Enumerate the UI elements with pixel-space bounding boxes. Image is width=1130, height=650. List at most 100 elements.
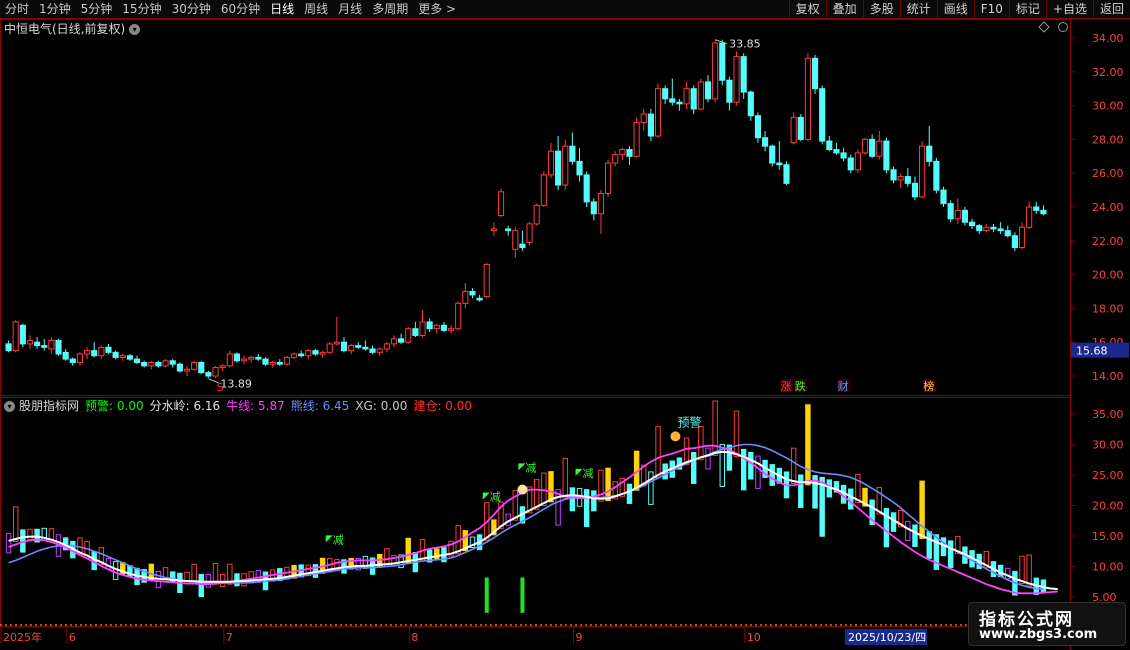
candle-body [869, 138, 876, 157]
cursor-date: 2025/10/23/四 [848, 631, 926, 644]
candle-body [811, 57, 819, 90]
candle-body [326, 343, 333, 353]
toolbar-button-3[interactable]: 统计 [899, 0, 937, 19]
toolbar-button-5[interactable]: F10 [973, 0, 1009, 19]
candle-body [876, 140, 883, 157]
candle-body [1040, 209, 1047, 215]
toolbar-button-7[interactable]: +自选 [1045, 0, 1093, 19]
candle-body [55, 340, 62, 355]
time-label-5: 10 [747, 631, 761, 644]
signal-flag [325, 535, 333, 543]
candle-body [226, 353, 233, 367]
period-tab-4[interactable]: 30分钟 [167, 0, 216, 19]
toolbar-button-4[interactable]: 画线 [936, 0, 974, 19]
signal-label-3: 减 [583, 467, 594, 480]
more-periods-button[interactable]: 更多 > [413, 0, 461, 19]
buy-signal-column [484, 577, 489, 613]
candle-body [647, 113, 654, 137]
candle-body [940, 189, 947, 205]
price-tick-label: 14.00 [1092, 370, 1124, 383]
candle-body [576, 160, 583, 176]
toolbar-button-6[interactable]: 标记 [1008, 0, 1046, 19]
toolbar-button-1[interactable]: 叠加 [825, 0, 863, 19]
candle-body [219, 365, 226, 369]
candle-body [133, 358, 141, 363]
candle-body [654, 88, 662, 137]
ind-tick-label: 25.00 [1092, 469, 1124, 482]
price-tick-label: 18.00 [1092, 302, 1124, 315]
candle-body [597, 192, 605, 215]
indicator-bar [591, 490, 597, 512]
candle-body [783, 164, 790, 184]
signal-flag [518, 463, 526, 471]
period-tab-3[interactable]: 15分钟 [117, 0, 166, 19]
indicator-bar [405, 537, 411, 564]
period-tab-5[interactable]: 60分钟 [216, 0, 265, 19]
period-tab-2[interactable]: 5分钟 [76, 0, 118, 19]
candle-body [533, 204, 540, 225]
watermark-url: www.zbgs3.com [979, 627, 1098, 642]
toolbar-button-8[interactable]: 返回 [1092, 0, 1130, 19]
toolbar-button-2[interactable]: 多股 [862, 0, 900, 19]
indicator-bar [691, 451, 697, 484]
candle-body [854, 152, 861, 171]
candle-body [455, 302, 462, 330]
candle-body [112, 351, 119, 358]
candle-body [312, 350, 319, 355]
candle-body [155, 361, 162, 367]
period-tab-7[interactable]: 周线 [299, 0, 333, 19]
candle-body [919, 145, 926, 198]
signal-label-0: 减 [333, 533, 344, 546]
candle-body [662, 88, 669, 100]
candle-body [241, 358, 248, 362]
candle-body [547, 150, 555, 176]
period-tab-0[interactable]: 分时 [0, 0, 34, 19]
candle-body [769, 145, 776, 164]
candle-body [961, 209, 968, 223]
candle-body [119, 355, 126, 358]
period-tab-6[interactable]: 日线 [265, 0, 299, 19]
candle-body [483, 263, 490, 298]
candle-body [333, 341, 340, 345]
signal-label-1: 减 [490, 491, 501, 504]
indicator-bar [112, 561, 119, 580]
kline-chart[interactable]: 34.00 32.00 30.00 28.00 26.00 24.00 22.00 20.00… [0, 19, 1130, 650]
candle-body [398, 338, 405, 343]
candle-body [569, 145, 576, 162]
indicator-bar [655, 426, 661, 478]
candle-body [612, 154, 619, 164]
candle-body [640, 113, 647, 124]
candle-body [633, 122, 640, 157]
low-annotation: 13.89 [220, 378, 252, 391]
toolbar-button-0[interactable]: 复权 [788, 0, 826, 19]
indicator-bar [12, 506, 19, 542]
period-tab-8[interactable]: 月线 [333, 0, 367, 19]
indicator-bar [769, 464, 775, 486]
candle-body [5, 343, 12, 352]
candle-body [98, 346, 105, 357]
period-tab-1[interactable]: 1分钟 [34, 0, 76, 19]
event-tag-2: 跌 [795, 379, 806, 393]
candle-body [933, 160, 940, 191]
indicator-bar [548, 471, 554, 503]
candle-body [169, 360, 176, 365]
candle-body [84, 350, 91, 355]
period-tab-9[interactable]: 多周期 [367, 0, 413, 19]
candle-body [555, 150, 562, 186]
candle-body [1026, 206, 1033, 228]
warning-icon [670, 431, 681, 442]
candle-body [176, 363, 183, 372]
candle-body [833, 149, 840, 154]
candle-body [376, 348, 383, 353]
candle-body [48, 340, 55, 350]
candle-body [426, 321, 433, 330]
indicator-bar [1019, 555, 1025, 585]
candle-body [605, 162, 612, 194]
event-tag-4: 榜 [923, 379, 934, 393]
candle-body [847, 157, 854, 171]
indicator-bar [790, 447, 797, 485]
indicator-bar [1026, 554, 1032, 587]
candle-body [519, 243, 526, 249]
indicator-bar [698, 426, 704, 461]
candle-body [740, 56, 747, 93]
